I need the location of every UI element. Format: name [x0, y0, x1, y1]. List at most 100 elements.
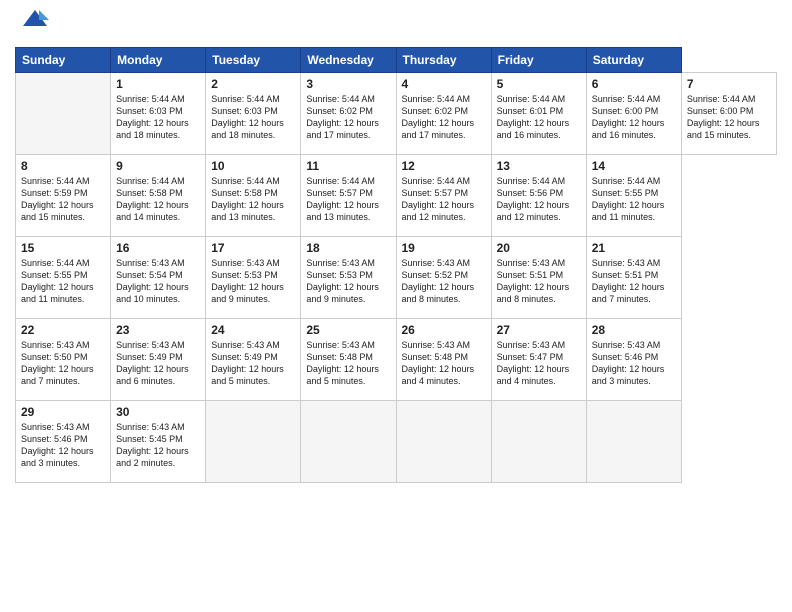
day-number: 2 [211, 77, 295, 91]
cell-info: Sunrise: 5:43 AM Sunset: 5:49 PM Dayligh… [116, 339, 200, 388]
col-tuesday: Tuesday [206, 48, 301, 73]
calendar-cell: 24 Sunrise: 5:43 AM Sunset: 5:49 PM Dayli… [206, 319, 301, 401]
cell-info: Sunrise: 5:43 AM Sunset: 5:46 PM Dayligh… [592, 339, 676, 388]
calendar-cell: 12Sunrise: 5:44 AM Sunset: 5:57 PM Dayli… [396, 155, 491, 237]
calendar-row: 8 Sunrise: 5:44 AM Sunset: 5:59 PM Daylig… [16, 155, 777, 237]
calendar-cell: 10 Sunrise: 5:44 AM Sunset: 5:58 PM Dayli… [206, 155, 301, 237]
day-number: 19 [402, 241, 486, 255]
calendar-cell [586, 401, 681, 483]
calendar-cell: 21Sunrise: 5:43 AM Sunset: 5:51 PM Dayli… [586, 237, 681, 319]
day-number: 17 [211, 241, 295, 255]
cell-info: Sunrise: 5:43 AM Sunset: 5:52 PM Dayligh… [402, 257, 486, 306]
cell-info: Sunrise: 5:44 AM Sunset: 5:58 PM Dayligh… [211, 175, 295, 224]
calendar-cell: 26Sunrise: 5:43 AM Sunset: 5:48 PM Dayli… [396, 319, 491, 401]
calendar-cell: 18 Sunrise: 5:43 AM Sunset: 5:53 PM Dayli… [301, 237, 396, 319]
col-friday: Friday [491, 48, 586, 73]
cell-info: Sunrise: 5:44 AM Sunset: 6:00 PM Dayligh… [687, 93, 771, 142]
calendar-row: 29 Sunrise: 5:43 AM Sunset: 5:46 PM Dayli… [16, 401, 777, 483]
calendar-cell: 22Sunrise: 5:43 AM Sunset: 5:50 PM Dayli… [16, 319, 111, 401]
day-number: 15 [21, 241, 105, 255]
day-number: 14 [592, 159, 676, 173]
cell-info: Sunrise: 5:44 AM Sunset: 5:59 PM Dayligh… [21, 175, 105, 224]
calendar-cell: 8 Sunrise: 5:44 AM Sunset: 5:59 PM Daylig… [16, 155, 111, 237]
calendar-cell [16, 73, 111, 155]
day-number: 8 [21, 159, 105, 173]
col-thursday: Thursday [396, 48, 491, 73]
cell-info: Sunrise: 5:44 AM Sunset: 6:03 PM Dayligh… [116, 93, 200, 142]
calendar-cell: 4 Sunrise: 5:44 AM Sunset: 6:02 PM Daylig… [396, 73, 491, 155]
cell-info: Sunrise: 5:43 AM Sunset: 5:46 PM Dayligh… [21, 421, 105, 470]
day-number: 24 [211, 323, 295, 337]
logo-icon [21, 6, 49, 39]
calendar-cell: 14 Sunrise: 5:44 AM Sunset: 5:55 PM Dayli… [586, 155, 681, 237]
calendar-cell: 9Sunrise: 5:44 AM Sunset: 5:58 PM Daylig… [111, 155, 206, 237]
calendar-cell: 25 Sunrise: 5:43 AM Sunset: 5:48 PM Dayli… [301, 319, 396, 401]
day-number: 22 [21, 323, 105, 337]
cell-info: Sunrise: 5:44 AM Sunset: 5:55 PM Dayligh… [21, 257, 105, 306]
day-number: 20 [497, 241, 581, 255]
calendar-cell: 1 Sunrise: 5:44 AM Sunset: 6:03 PM Daylig… [111, 73, 206, 155]
calendar-cell [301, 401, 396, 483]
cell-info: Sunrise: 5:43 AM Sunset: 5:53 PM Dayligh… [211, 257, 295, 306]
day-number: 9 [116, 159, 200, 173]
cell-info: Sunrise: 5:43 AM Sunset: 5:48 PM Dayligh… [306, 339, 390, 388]
day-number: 30 [116, 405, 200, 419]
cell-info: Sunrise: 5:43 AM Sunset: 5:53 PM Dayligh… [306, 257, 390, 306]
calendar-cell: 23Sunrise: 5:43 AM Sunset: 5:49 PM Dayli… [111, 319, 206, 401]
day-number: 6 [592, 77, 676, 91]
day-number: 3 [306, 77, 390, 91]
day-number: 26 [402, 323, 486, 337]
col-saturday: Saturday [586, 48, 681, 73]
header [15, 10, 777, 39]
calendar-cell: 2 Sunrise: 5:44 AM Sunset: 6:03 PM Daylig… [206, 73, 301, 155]
day-number: 27 [497, 323, 581, 337]
calendar-cell [491, 401, 586, 483]
page: Sunday Monday Tuesday Wednesday Thursday… [0, 0, 792, 612]
calendar-cell: 11Sunrise: 5:44 AM Sunset: 5:57 PM Dayli… [301, 155, 396, 237]
calendar-table: Sunday Monday Tuesday Wednesday Thursday… [15, 47, 777, 483]
calendar-cell: 13 Sunrise: 5:44 AM Sunset: 5:56 PM Dayli… [491, 155, 586, 237]
calendar-cell: 15 Sunrise: 5:44 AM Sunset: 5:55 PM Dayli… [16, 237, 111, 319]
calendar-cell: 5 Sunrise: 5:44 AM Sunset: 6:01 PM Daylig… [491, 73, 586, 155]
day-number: 16 [116, 241, 200, 255]
cell-info: Sunrise: 5:43 AM Sunset: 5:54 PM Dayligh… [116, 257, 200, 306]
cell-info: Sunrise: 5:44 AM Sunset: 5:57 PM Dayligh… [402, 175, 486, 224]
col-monday: Monday [111, 48, 206, 73]
calendar-header-row: Sunday Monday Tuesday Wednesday Thursday… [16, 48, 777, 73]
cell-info: Sunrise: 5:44 AM Sunset: 6:01 PM Dayligh… [497, 93, 581, 142]
cell-info: Sunrise: 5:44 AM Sunset: 6:02 PM Dayligh… [306, 93, 390, 142]
calendar-cell: 30 Sunrise: 5:43 AM Sunset: 5:45 PM Dayli… [111, 401, 206, 483]
calendar-row: 15 Sunrise: 5:44 AM Sunset: 5:55 PM Dayli… [16, 237, 777, 319]
day-number: 11 [306, 159, 390, 173]
calendar-row: 22Sunrise: 5:43 AM Sunset: 5:50 PM Dayli… [16, 319, 777, 401]
day-number: 18 [306, 241, 390, 255]
day-number: 5 [497, 77, 581, 91]
cell-info: Sunrise: 5:43 AM Sunset: 5:51 PM Dayligh… [592, 257, 676, 306]
cell-info: Sunrise: 5:43 AM Sunset: 5:47 PM Dayligh… [497, 339, 581, 388]
cell-info: Sunrise: 5:43 AM Sunset: 5:51 PM Dayligh… [497, 257, 581, 306]
calendar-cell: 19 Sunrise: 5:43 AM Sunset: 5:52 PM Dayli… [396, 237, 491, 319]
calendar-cell [396, 401, 491, 483]
cell-info: Sunrise: 5:44 AM Sunset: 5:56 PM Dayligh… [497, 175, 581, 224]
cell-info: Sunrise: 5:44 AM Sunset: 6:03 PM Dayligh… [211, 93, 295, 142]
day-number: 4 [402, 77, 486, 91]
cell-info: Sunrise: 5:44 AM Sunset: 6:02 PM Dayligh… [402, 93, 486, 142]
calendar-cell: 3 Sunrise: 5:44 AM Sunset: 6:02 PM Daylig… [301, 73, 396, 155]
cell-info: Sunrise: 5:43 AM Sunset: 5:49 PM Dayligh… [211, 339, 295, 388]
day-number: 10 [211, 159, 295, 173]
col-sunday: Sunday [16, 48, 111, 73]
calendar-cell: 7Sunrise: 5:44 AM Sunset: 6:00 PM Daylig… [681, 73, 776, 155]
day-number: 29 [21, 405, 105, 419]
day-number: 13 [497, 159, 581, 173]
day-number: 25 [306, 323, 390, 337]
calendar-cell: 27 Sunrise: 5:43 AM Sunset: 5:47 PM Dayli… [491, 319, 586, 401]
logo [15, 10, 49, 39]
day-number: 1 [116, 77, 200, 91]
calendar-cell: 20 Sunrise: 5:43 AM Sunset: 5:51 PM Dayli… [491, 237, 586, 319]
cell-info: Sunrise: 5:44 AM Sunset: 5:55 PM Dayligh… [592, 175, 676, 224]
calendar-cell: 17 Sunrise: 5:43 AM Sunset: 5:53 PM Dayli… [206, 237, 301, 319]
cell-info: Sunrise: 5:43 AM Sunset: 5:45 PM Dayligh… [116, 421, 200, 470]
calendar-cell [206, 401, 301, 483]
calendar-cell: 28Sunrise: 5:43 AM Sunset: 5:46 PM Dayli… [586, 319, 681, 401]
calendar-cell: 16 Sunrise: 5:43 AM Sunset: 5:54 PM Dayli… [111, 237, 206, 319]
